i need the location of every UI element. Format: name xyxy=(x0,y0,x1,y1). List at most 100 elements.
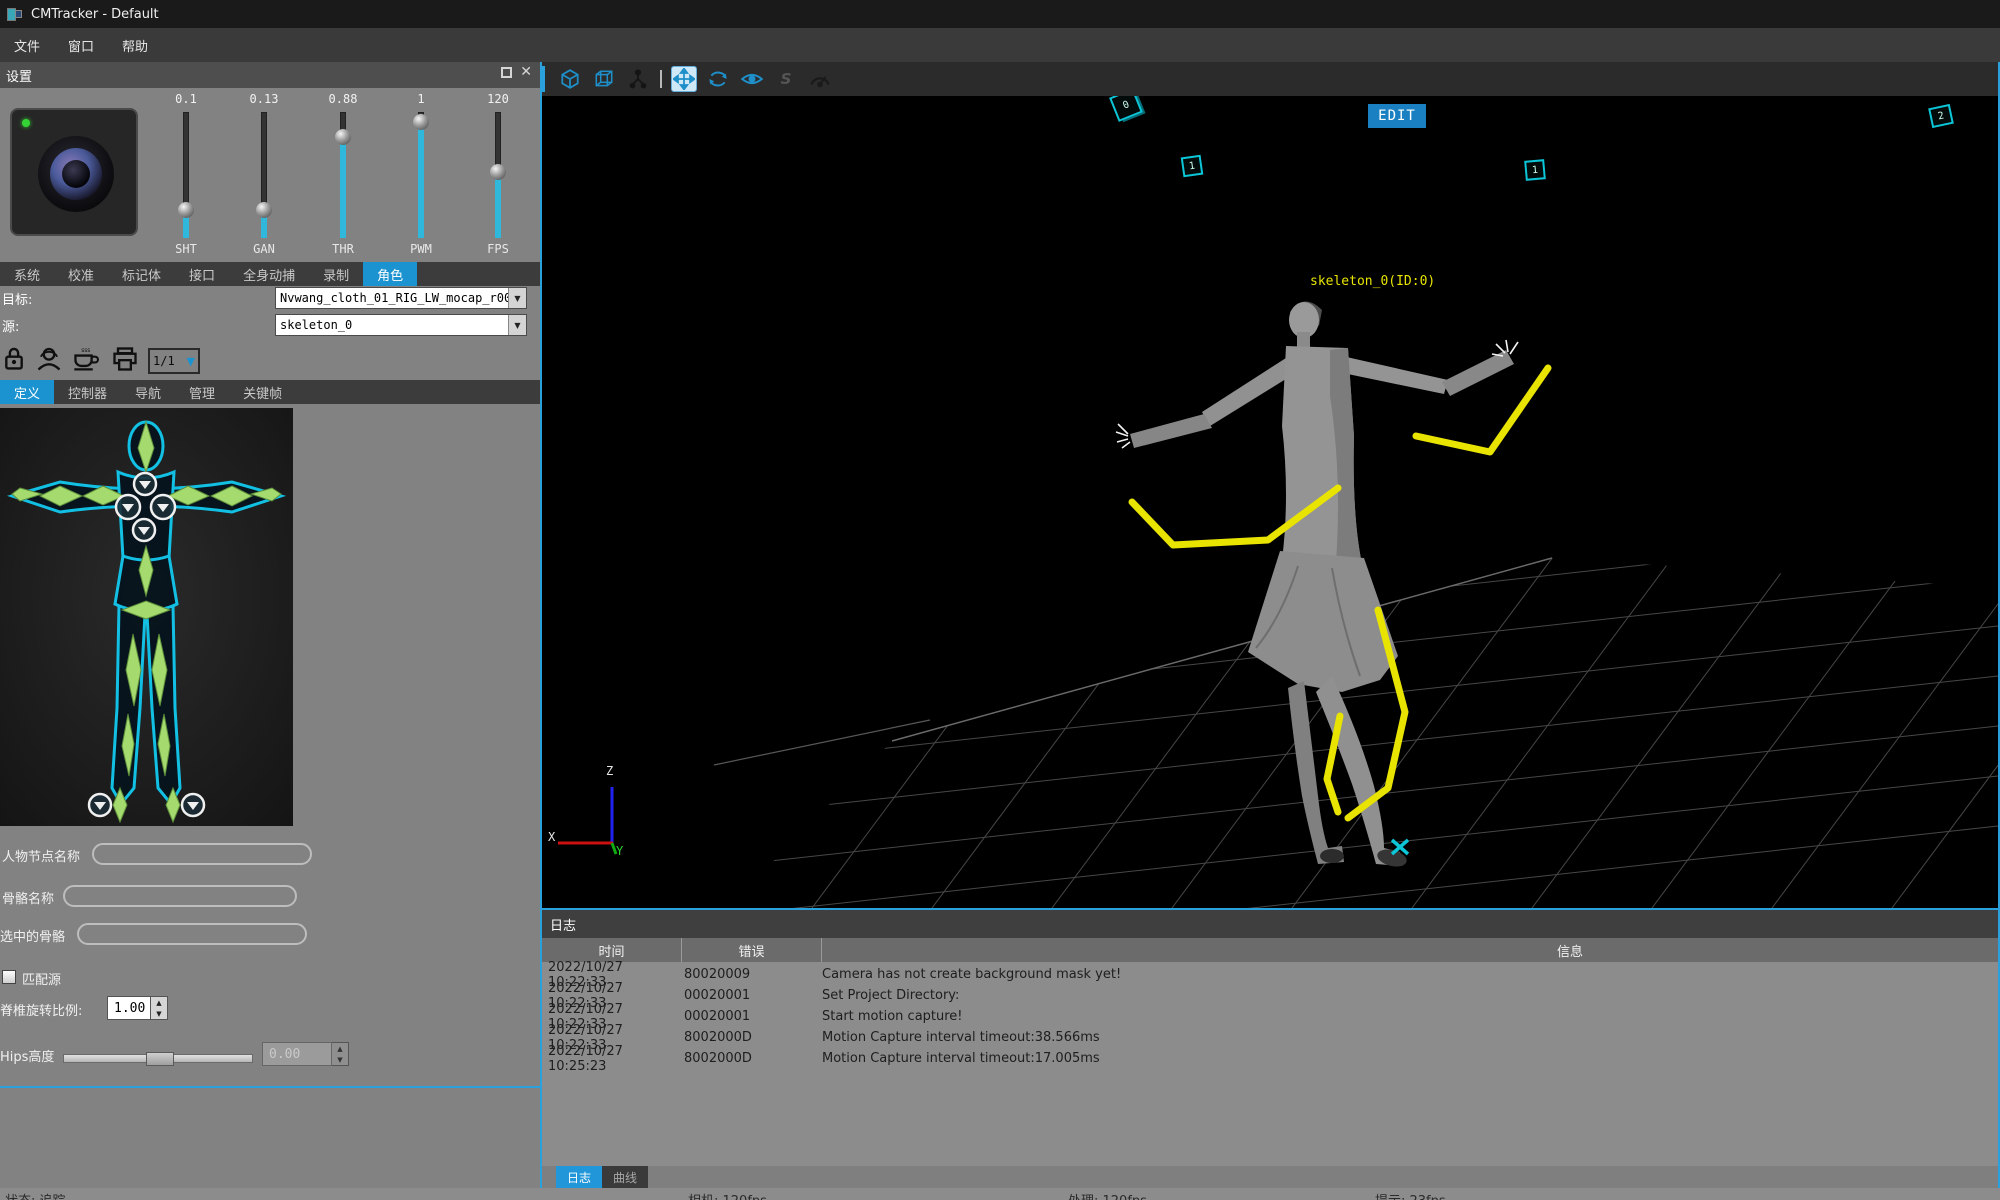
spine-ratio-spinbox[interactable]: 1.00 ▲▼ xyxy=(107,996,168,1020)
slider-sht: 0.1 SHT xyxy=(147,92,225,260)
coffee-cup-icon[interactable]: sss xyxy=(72,346,102,376)
dock-float-icon[interactable] xyxy=(501,67,512,78)
target-dropdown-arrow-icon[interactable]: ▼ xyxy=(508,288,526,308)
tab-system[interactable]: 系统 xyxy=(0,262,54,286)
target-combobox[interactable]: Nvwang_cloth_01_RIG_LW_mocap_r001. ▼ xyxy=(275,287,527,309)
skeleton-id-label: skeleton_0(ID:0) xyxy=(1310,274,1435,289)
spine-ratio-label: 脊椎旋转比例: xyxy=(0,1000,82,1019)
slider-fps: 120 FPS xyxy=(459,92,537,260)
tab-navigate[interactable]: 导航 xyxy=(121,380,175,404)
menu-window[interactable]: 窗口 xyxy=(54,28,108,62)
tab-fullbody-mocap[interactable]: 全身动捕 xyxy=(229,262,309,286)
slider-sht-label: SHT xyxy=(147,242,225,256)
tab-character[interactable]: 角色 xyxy=(363,262,417,286)
pan-move-tool-icon[interactable] xyxy=(671,66,697,92)
statusbar: 状态: 追踪 相机: 120fps 处理: 120fps 提示: 23fps xyxy=(0,1188,2000,1200)
tab-calibration[interactable]: 校准 xyxy=(54,262,108,286)
log-rows: 2022/10/27 10:22:33 80020009 Camera has … xyxy=(542,964,1998,1069)
slider-thr-label: THR xyxy=(304,242,382,256)
node-name-input[interactable] xyxy=(92,843,312,865)
slider-gan: 0.13 GAN xyxy=(225,92,303,260)
log-row[interactable]: 2022/10/27 10:22:33 00020001 Set Project… xyxy=(542,985,1998,1006)
menu-file[interactable]: 文件 xyxy=(0,28,54,62)
tab-define[interactable]: 定义 xyxy=(0,380,54,404)
log-col-info[interactable]: 信息 xyxy=(822,938,1998,962)
slider-thr-value: 0.88 xyxy=(304,92,382,106)
body-definition-diagram[interactable] xyxy=(0,408,293,826)
log-col-error[interactable]: 错误 xyxy=(682,938,822,962)
page-selector-arrow-icon: ▼ xyxy=(187,355,195,368)
slider-pwm-knob[interactable] xyxy=(413,114,429,130)
toolbar-separator xyxy=(660,70,662,88)
source-dropdown-arrow-icon[interactable]: ▼ xyxy=(508,315,526,335)
3d-viewport[interactable]: Z X Y EDIT skeleton_0(ID:0) 0 1 1 2 xyxy=(542,96,1998,908)
edit-mode-button[interactable]: EDIT xyxy=(1368,104,1426,128)
axis-gizmo xyxy=(558,787,616,854)
app-window: CMTracker - Default 文件 窗口 帮助 设置 ✕ 0.1 xyxy=(0,0,2000,1200)
bone-name-input[interactable] xyxy=(63,885,297,907)
tab-markerset[interactable]: 标记体 xyxy=(108,262,175,286)
tab-manage[interactable]: 管理 xyxy=(175,380,229,404)
page-selector-value: 1/1 xyxy=(153,354,187,368)
curve-s-icon[interactable]: S xyxy=(773,66,799,92)
selected-bone-input[interactable] xyxy=(77,923,307,945)
log-col-time[interactable]: 时间 xyxy=(542,938,682,962)
tab-keyframe[interactable]: 关键帧 xyxy=(229,380,296,404)
solid-view-cube-icon[interactable] xyxy=(557,66,583,92)
hips-height-slider-handle[interactable] xyxy=(146,1052,174,1066)
camera-marker-1[interactable]: 1 xyxy=(1181,155,1204,178)
log-row[interactable]: 2022/10/27 10:22:33 8002000D Motion Capt… xyxy=(542,1027,1998,1048)
slider-gan-knob[interactable] xyxy=(256,202,272,218)
visibility-eye-icon[interactable] xyxy=(739,66,765,92)
tab-interface[interactable]: 接口 xyxy=(175,262,229,286)
operator-icon[interactable] xyxy=(35,346,63,376)
slider-pwm: 1 PWM xyxy=(382,92,460,260)
bottom-dock-tabs: 日志 曲线 xyxy=(542,1166,1998,1188)
log-row[interactable]: 2022/10/27 10:22:33 80020009 Camera has … xyxy=(542,964,1998,985)
spine-ratio-value: 1.00 xyxy=(107,996,151,1020)
hips-height-slider[interactable] xyxy=(63,1054,253,1063)
hips-height-up-icon[interactable]: ▲ xyxy=(332,1043,348,1054)
char-tabrow: 定义 控制器 导航 管理 关键帧 xyxy=(0,380,540,404)
slider-fps-knob[interactable] xyxy=(490,164,506,180)
match-source-checkbox[interactable] xyxy=(2,970,16,984)
status-state: 状态: 追踪 xyxy=(5,1190,66,1200)
node-name-label: 人物节点名称 xyxy=(2,846,80,865)
skeleton-view-icon[interactable] xyxy=(625,66,651,92)
wireframe-cube-icon[interactable] xyxy=(591,66,617,92)
slider-thr: 0.88 THR xyxy=(304,92,382,260)
hips-height-down-icon[interactable]: ▼ xyxy=(332,1054,348,1065)
source-value: skeleton_0 xyxy=(276,318,508,332)
spine-ratio-up-icon[interactable]: ▲ xyxy=(151,997,167,1008)
slider-thr-knob[interactable] xyxy=(335,129,351,145)
tab-controller[interactable]: 控制器 xyxy=(54,380,121,404)
settings-dock-header: 设置 ✕ xyxy=(0,62,540,88)
slider-sht-knob[interactable] xyxy=(178,202,194,218)
main-tabrow: 系统 校准 标记体 接口 全身动捕 录制 角色 xyxy=(0,262,540,286)
tab-log[interactable]: 日志 xyxy=(556,1166,602,1188)
svg-text:sss: sss xyxy=(81,348,90,354)
axis-x-label: X xyxy=(548,830,555,844)
tab-record[interactable]: 录制 xyxy=(309,262,363,286)
log-table-header: 时间 错误 信息 xyxy=(542,938,1998,962)
camera-marker-2[interactable]: 1 xyxy=(1524,159,1546,181)
speed-gauge-icon[interactable] xyxy=(807,66,833,92)
log-row[interactable]: 2022/10/27 10:22:33 00020001 Start motio… xyxy=(542,1006,1998,1027)
tab-curve[interactable]: 曲线 xyxy=(602,1166,648,1188)
menu-help[interactable]: 帮助 xyxy=(108,28,162,62)
status-hint-fps: 提示: 23fps xyxy=(1375,1190,1446,1200)
log-row[interactable]: 2022/10/27 10:25:23 8002000D Motion Capt… xyxy=(542,1048,1998,1069)
printer-icon[interactable] xyxy=(111,346,139,376)
source-combobox[interactable]: skeleton_0 ▼ xyxy=(275,314,527,336)
target-value: Nvwang_cloth_01_RIG_LW_mocap_r001. xyxy=(276,291,508,305)
slider-fps-value: 120 xyxy=(459,92,537,106)
lock-icon[interactable] xyxy=(2,346,26,376)
spine-ratio-down-icon[interactable]: ▼ xyxy=(151,1008,167,1019)
app-icon xyxy=(7,8,22,21)
slider-gan-value: 0.13 xyxy=(225,92,303,106)
source-label: 源: xyxy=(2,316,19,335)
dock-close-icon[interactable]: ✕ xyxy=(520,67,532,78)
slider-sht-value: 0.1 xyxy=(147,92,225,106)
orbit-rotate-tool-icon[interactable] xyxy=(705,66,731,92)
page-selector[interactable]: 1/1 ▼ xyxy=(148,348,200,374)
